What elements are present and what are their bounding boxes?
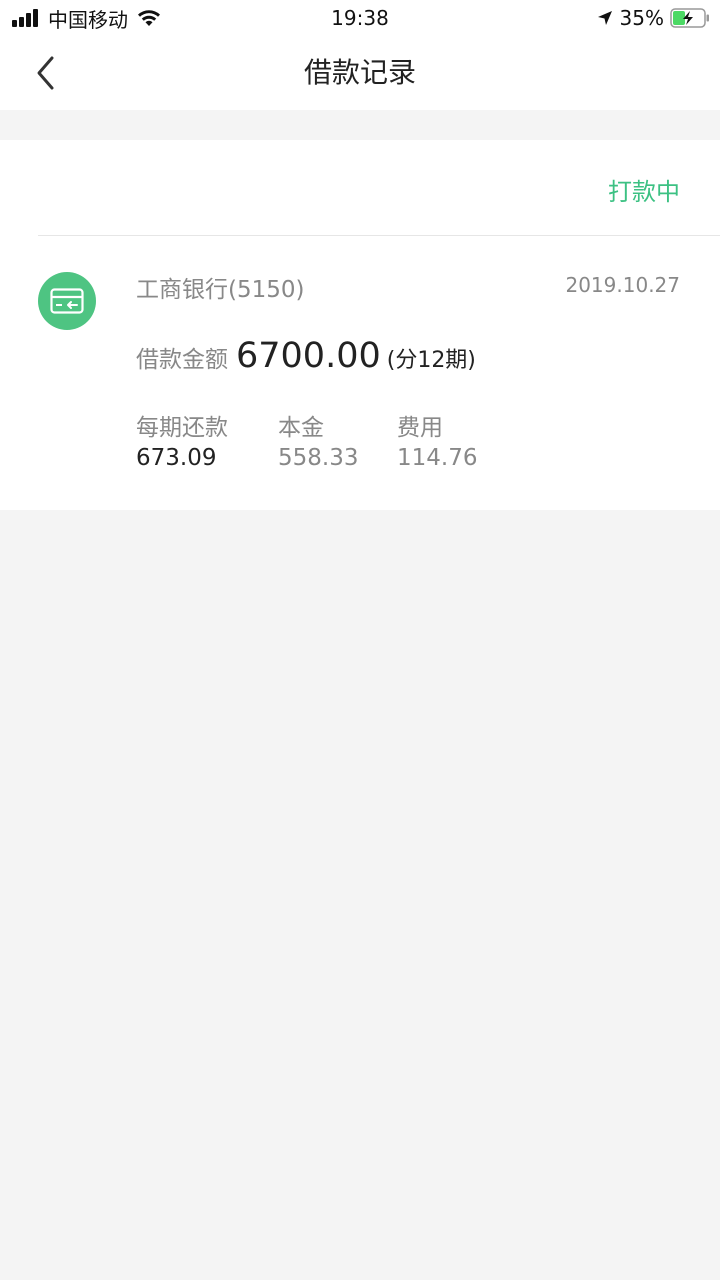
- loan-record-card[interactable]: 打款中 工商银行(5150) 2019.10.27 借款金额 6700.00 (…: [0, 140, 720, 510]
- back-button[interactable]: [20, 48, 70, 98]
- signal-icon: [12, 9, 40, 27]
- location-arrow-icon: [597, 11, 612, 25]
- nav-bar: 借款记录: [0, 36, 720, 110]
- divider: [38, 235, 720, 236]
- status-bar: 中国移动 19:38 35%: [0, 0, 720, 36]
- monthly-payment-value: 673.09: [136, 445, 217, 471]
- installment-term: (分12期): [386, 348, 476, 373]
- status-right: 35%: [596, 4, 710, 32]
- battery-percent: 35%: [619, 6, 664, 30]
- monthly-payment-label: 每期还款: [136, 415, 228, 441]
- principal-label: 本金: [278, 415, 324, 441]
- bank-name: 工商银行(5150): [136, 277, 305, 303]
- wifi-icon: [138, 10, 160, 26]
- principal-value: 558.33: [278, 445, 359, 471]
- carrier-name: 中国移动: [48, 7, 128, 32]
- record-date: 2019.10.27: [565, 273, 680, 297]
- loan-amount-row: 借款金额 6700.00 (分12期): [136, 336, 476, 380]
- fee-value: 114.76: [397, 445, 478, 471]
- amount-label: 借款金额: [136, 347, 228, 373]
- chevron-left-icon: [37, 56, 54, 90]
- page-title: 借款记录: [303, 56, 416, 89]
- fee-label: 费用: [397, 415, 443, 441]
- status-badge: 打款中: [608, 178, 680, 206]
- battery-charging-icon: [670, 8, 709, 28]
- loan-records-page: 中国移动 19:38 35% 借款记录 打款中 工商银行(5150) 2019.…: [0, 0, 720, 1280]
- bank-card-icon: [38, 272, 96, 330]
- status-left: 中国移动: [12, 4, 162, 32]
- amount-value: 6700.00: [236, 336, 381, 376]
